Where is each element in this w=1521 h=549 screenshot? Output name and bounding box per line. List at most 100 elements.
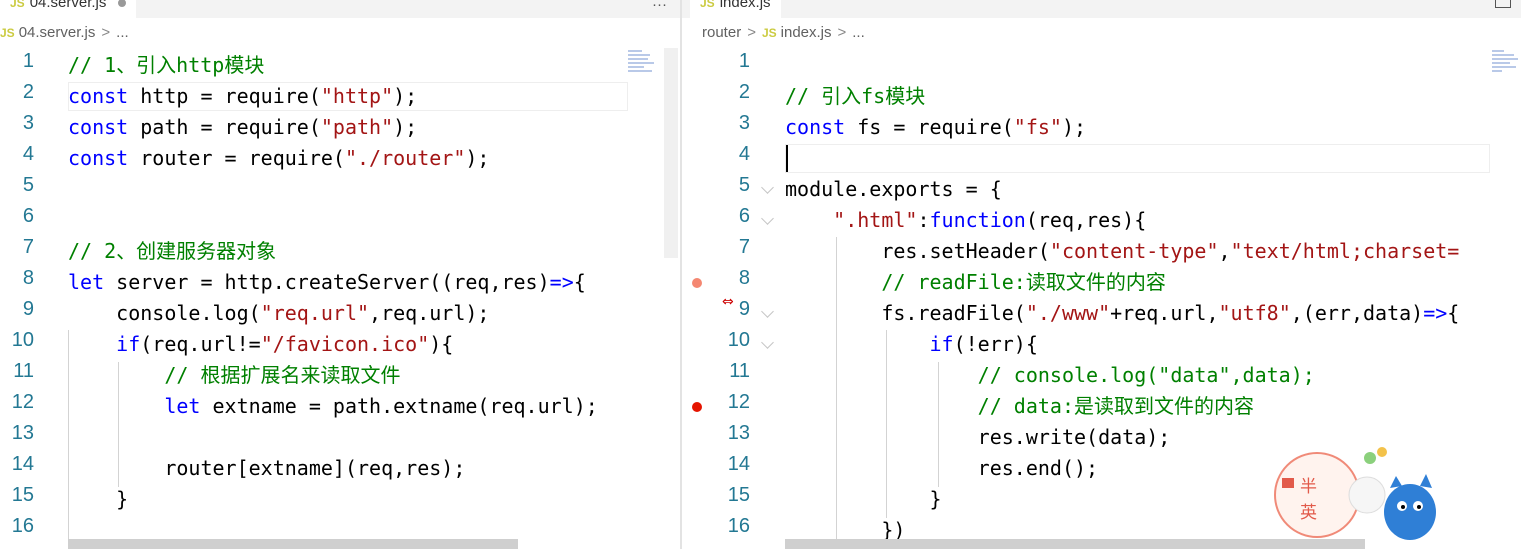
line-number[interactable]: 11 [0, 360, 34, 391]
sticker-watermark: 半 英 [1274, 447, 1436, 540]
line-number[interactable]: 1 [700, 50, 750, 81]
code-line[interactable]: // 2、创建服务器对象 [68, 236, 598, 267]
code-token: path = require( [128, 115, 321, 139]
line-number[interactable]: 9 [0, 298, 34, 329]
breadcrumb-more[interactable]: ... [852, 24, 865, 41]
split-editor-icon[interactable] [1495, 0, 1511, 8]
code-token: fs = require( [845, 115, 1014, 139]
minimap[interactable] [1492, 50, 1521, 90]
code-token: extname = path.extname(req.url); [200, 394, 598, 418]
chevron-right-icon: > [747, 24, 756, 41]
line-number[interactable]: 15 [0, 484, 34, 515]
code-line[interactable]: fs.readFile("./www"+req.url,"utf8",(err,… [785, 298, 1490, 329]
code-line[interactable]: // 1、引入http模块 [68, 50, 598, 81]
line-number[interactable]: 8 [700, 267, 750, 298]
line-number[interactable]: 10 [700, 329, 750, 360]
code-line[interactable]: } [68, 484, 598, 515]
code-line[interactable] [68, 422, 598, 453]
line-number[interactable]: 3 [700, 112, 750, 143]
breadcrumb-folder[interactable]: router [702, 24, 741, 41]
horizontal-scrollbar[interactable] [68, 539, 518, 549]
code-line[interactable]: const router = require("./router"); [68, 143, 598, 174]
sticker-text-top: 半 [1300, 477, 1317, 497]
minimap[interactable] [628, 50, 658, 90]
code-token: res.setHeader( [785, 239, 1050, 263]
line-number[interactable]: 1 [0, 50, 34, 81]
code-line[interactable]: res.setHeader("content-type","text/html;… [785, 236, 1490, 267]
line-number[interactable]: 3 [0, 112, 34, 143]
line-number[interactable]: 9 [700, 298, 750, 329]
code-token: "req.url" [260, 301, 370, 325]
js-file-icon: JS [700, 0, 715, 10]
code-line[interactable]: const fs = require("fs"); [785, 112, 1490, 143]
vertical-scrollbar[interactable] [664, 48, 678, 258]
line-number[interactable]: 2 [0, 81, 34, 112]
line-number[interactable]: 5 [700, 174, 750, 205]
more-actions-icon[interactable]: ··· [652, 0, 667, 13]
left-tab-bar: JS 04.server.js ··· [0, 0, 680, 18]
code-line[interactable] [68, 174, 598, 205]
code-token: "text/html;charset= [1230, 239, 1460, 263]
line-number[interactable]: 2 [700, 81, 750, 112]
breadcrumb-file[interactable]: 04.server.js [19, 24, 96, 41]
tab-index-js[interactable]: JS index.js [690, 0, 781, 18]
code-line[interactable] [785, 50, 1490, 81]
unsaved-dot-icon[interactable] [118, 0, 127, 8]
code-token: function [929, 208, 1026, 232]
code-line[interactable]: console.log("req.url",req.url); [68, 298, 598, 329]
line-number[interactable]: 6 [0, 205, 34, 236]
code-line[interactable]: let extname = path.extname(req.url); [68, 391, 598, 422]
code-token: "./www" [1025, 301, 1111, 325]
code-area[interactable]: // 1、引入http模块 const http = require("http"… [68, 50, 598, 546]
code-token: ); [393, 84, 418, 108]
code-token: ,(err,data) [1290, 301, 1424, 325]
line-number[interactable]: 14 [700, 453, 750, 484]
code-line[interactable]: const http = require("http"); [68, 81, 598, 112]
line-number[interactable]: 15 [700, 484, 750, 515]
line-number[interactable]: 10 [0, 329, 34, 360]
breadcrumb-more[interactable]: ... [116, 24, 129, 41]
code-line[interactable]: if(!err){ [785, 329, 1490, 360]
breadcrumb-file[interactable]: index.js [781, 24, 832, 41]
code-line[interactable] [785, 143, 1490, 174]
line-number[interactable]: 11 [700, 360, 750, 391]
js-file-icon: JS [761, 26, 777, 40]
line-number[interactable]: 12 [700, 391, 750, 422]
code-line[interactable]: router[extname](req,res); [68, 453, 598, 484]
code-token: const [68, 84, 129, 108]
code-line[interactable]: // console.log("data",data); [785, 360, 1490, 391]
code-line[interactable]: ".html":function(req,res){ [785, 205, 1490, 236]
line-number[interactable]: 4 [0, 143, 34, 174]
line-number[interactable]: 16 [0, 515, 34, 546]
line-number[interactable]: 8 [0, 267, 34, 298]
line-number[interactable]: 6 [700, 205, 750, 236]
code-token: module.exports = { [785, 177, 1002, 201]
line-number[interactable]: 7 [700, 236, 750, 267]
line-number[interactable]: 4 [700, 143, 750, 174]
code-token: => [549, 270, 574, 294]
code-token: // 1、引入http模块 [68, 53, 265, 77]
code-line[interactable]: // data:是读取到文件的内容 [785, 391, 1490, 422]
code-line[interactable]: if(req.url!="/favicon.ico"){ [68, 329, 598, 360]
code-token: const [68, 115, 129, 139]
code-token: +req.url, [1110, 301, 1219, 325]
line-number[interactable]: 13 [700, 422, 750, 453]
code-token: (req.url!= [140, 332, 261, 356]
right-tab-bar: JS index.js [682, 0, 1521, 18]
code-line[interactable]: // 根据扩展名来读取文件 [68, 360, 598, 391]
code-line[interactable] [68, 205, 598, 236]
line-number[interactable]: 13 [0, 422, 34, 453]
line-number[interactable]: 5 [0, 174, 34, 205]
line-number[interactable]: 16 [700, 515, 750, 546]
line-number[interactable]: 12 [0, 391, 34, 422]
code-token: "utf8" [1218, 301, 1291, 325]
code-line[interactable]: const path = require("path"); [68, 112, 598, 143]
tab-04-server-js[interactable]: JS 04.server.js [0, 0, 137, 18]
line-number[interactable]: 7 [0, 236, 34, 267]
code-line[interactable]: module.exports = { [785, 174, 1490, 205]
code-line[interactable]: // readFile:读取文件的内容 [785, 267, 1490, 298]
code-line[interactable]: let server = http.createServer((req,res)… [68, 267, 598, 298]
code-token: "fs" [1013, 115, 1062, 139]
line-number[interactable]: 14 [0, 453, 34, 484]
code-line[interactable]: // 引入fs模块 [785, 81, 1490, 112]
